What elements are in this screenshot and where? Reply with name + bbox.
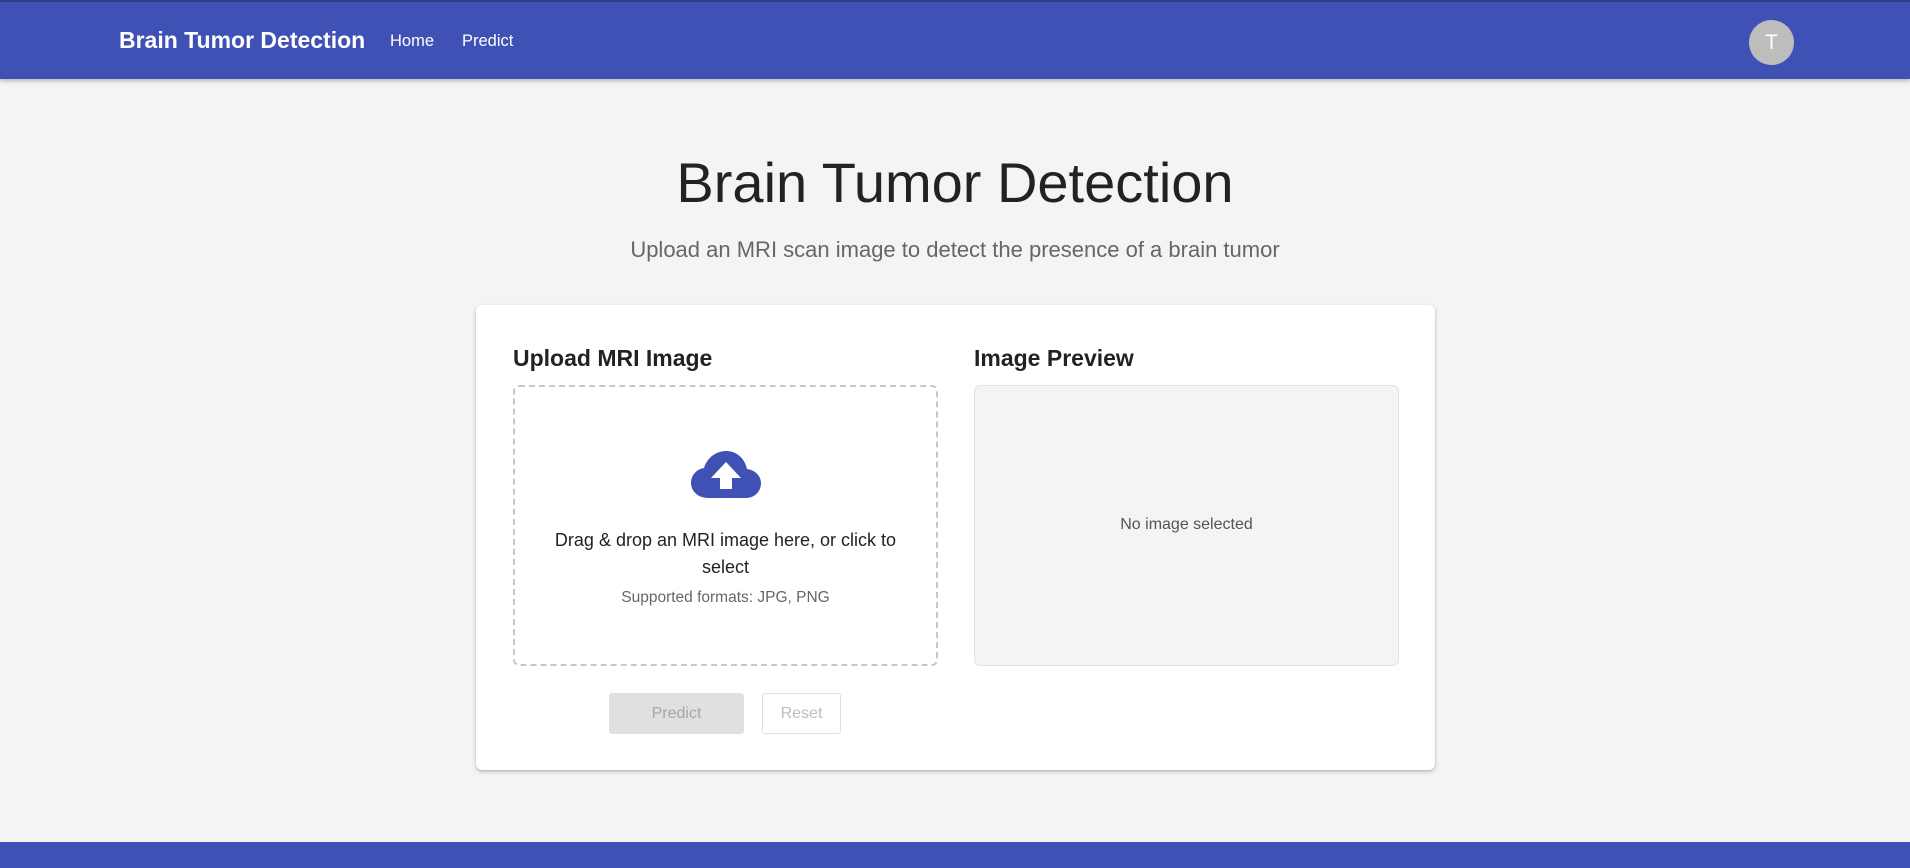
preview-heading: Image Preview: [974, 345, 1134, 371]
upload-dropzone[interactable]: Drag & drop an MRI image here, or click …: [513, 385, 938, 666]
predict-button[interactable]: Predict: [609, 693, 744, 734]
reset-button[interactable]: Reset: [762, 693, 841, 734]
nav-home-link[interactable]: Home: [390, 32, 434, 51]
nav-predict-link[interactable]: Predict: [462, 32, 513, 51]
no-image-text: No image selected: [1120, 516, 1253, 533]
upload-heading: Upload MRI Image: [513, 345, 713, 371]
dropzone-instructions: Drag & drop an MRI image here, or click …: [554, 530, 897, 577]
page-subtitle: Upload an MRI scan image to detect the p…: [630, 237, 1280, 262]
supported-formats-text: Supported formats: JPG, PNG: [621, 589, 830, 606]
footer-bar: [0, 842, 1910, 868]
image-preview-box: No image selected: [974, 385, 1399, 666]
cloud-upload-icon: [691, 451, 761, 499]
upload-card: Upload MRI Image Drag & drop an MRI imag…: [476, 305, 1435, 770]
brand-title[interactable]: Brain Tumor Detection: [119, 27, 365, 54]
app-bar: Brain Tumor Detection Home Predict T: [0, 0, 1910, 79]
user-avatar[interactable]: T: [1749, 20, 1794, 65]
page-title: Brain Tumor Detection: [676, 151, 1234, 214]
